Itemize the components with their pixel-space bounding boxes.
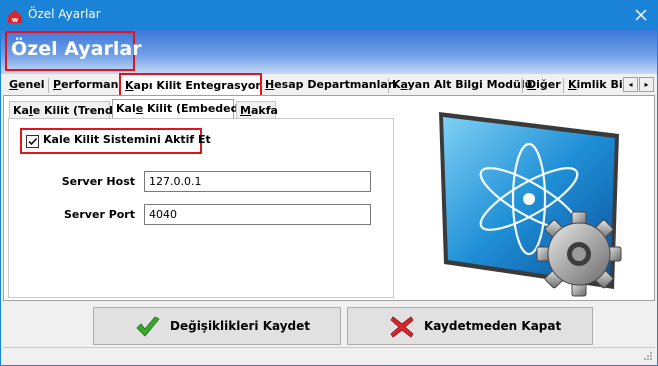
tab-accel: G	[9, 78, 19, 91]
tab-scroll-left-icon[interactable]: ◂	[623, 77, 638, 92]
tab-accel: K	[125, 79, 134, 92]
tab-label: enel	[18, 78, 45, 91]
server-host-input[interactable]: 127.0.0.1	[144, 171, 371, 192]
save-button-label: Değişiklikleri Kaydet	[170, 319, 311, 333]
tab-label: esap Departmanları	[274, 78, 398, 91]
tab-accel: D	[527, 78, 537, 91]
subtab-label-pre: Ka	[13, 104, 29, 117]
close-icon[interactable]	[633, 7, 649, 23]
check-icon	[136, 316, 160, 337]
tab-label: imlik Bild	[576, 78, 622, 91]
tab-kapi-kilit-entegrasyonu[interactable]: Kapı Kilit Entegrasyonu	[119, 73, 262, 97]
tab-accel: P	[53, 78, 62, 91]
subtab-kale-kilit-embeded[interactable]: Kale Kilit (Embeded)	[112, 99, 244, 119]
main-tab-strip: Genel Performans Kapı Kilit Entegrasyonu…	[1, 73, 657, 97]
svg-text:w: w	[12, 16, 19, 24]
tab-accel: H	[265, 78, 275, 91]
title-bar[interactable]: w Özel Ayarlar	[1, 1, 657, 30]
tab-scroll-right-icon[interactable]: ▸	[639, 77, 654, 92]
subtab-label: Kilit (Embeded)	[143, 102, 244, 115]
server-port-input[interactable]: 4040	[144, 204, 371, 225]
subtab-label: akfa	[250, 104, 278, 117]
kale-kilit-settings-panel: Kale Kilit Sistemini Aktif Et Server Hos…	[8, 118, 394, 298]
subtab-label-pre: Kal	[116, 102, 136, 115]
subtab-kale-kilit-trend[interactable]: Kale Kilit (Trend)	[9, 101, 118, 119]
x-icon	[390, 316, 414, 338]
tab-label: iğer	[536, 78, 561, 91]
tab-genel[interactable]: Genel	[5, 75, 49, 95]
tab-label: erformans	[61, 78, 120, 91]
tab-kimlik-bild[interactable]: Kimlik Bild	[564, 75, 622, 95]
tab-hesap-departmanlari[interactable]: Hesap Departmanları	[261, 75, 401, 95]
status-bar	[3, 347, 655, 363]
app-logo-icon: w	[8, 10, 22, 24]
checkmark-icon	[28, 137, 38, 146]
settings-window: w Özel Ayarlar Özel Ayarlar Genel Perfor…	[0, 0, 658, 366]
header-banner: Özel Ayarlar	[1, 30, 657, 74]
cancel-button[interactable]: Kaydetmeden Kapat	[347, 307, 593, 345]
enable-checkbox-label[interactable]: Kale Kilit Sistemini Aktif Et	[43, 133, 211, 146]
subtab-makfa[interactable]: Makfa	[236, 101, 278, 119]
tab-diger[interactable]: Diğer	[523, 75, 565, 95]
resize-grip-icon[interactable]	[643, 351, 653, 361]
atom-gear-icon	[439, 112, 622, 297]
subtab-label: e Kilit (Trend)	[32, 104, 118, 117]
cancel-button-label: Kaydetmeden Kapat	[424, 319, 562, 333]
enable-checkbox[interactable]	[26, 135, 39, 148]
server-host-label: Server Host	[61, 175, 135, 188]
tab-kayan-alt-bilgi[interactable]: Kayan Alt Bilgi Modülü	[388, 75, 536, 95]
subtab-accel: M	[240, 104, 251, 117]
tab-content-panel: Kale Kilit (Trend) Kale Kilit (Embeded) …	[3, 95, 655, 301]
tab-accel: a	[400, 78, 408, 91]
tab-label: apı Kilit Entegrasyonu	[133, 79, 262, 92]
save-button[interactable]: Değişiklikleri Kaydet	[93, 307, 341, 345]
tab-performans[interactable]: Performans	[49, 75, 120, 95]
window-title: Özel Ayarlar	[28, 7, 101, 21]
tab-label: yan Alt Bilgi Modülü	[407, 78, 533, 91]
tab-accel: K	[568, 78, 577, 91]
tab-label-pre: K	[392, 78, 401, 91]
page-title: Özel Ayarlar	[11, 38, 142, 60]
server-port-label: Server Port	[64, 208, 135, 221]
